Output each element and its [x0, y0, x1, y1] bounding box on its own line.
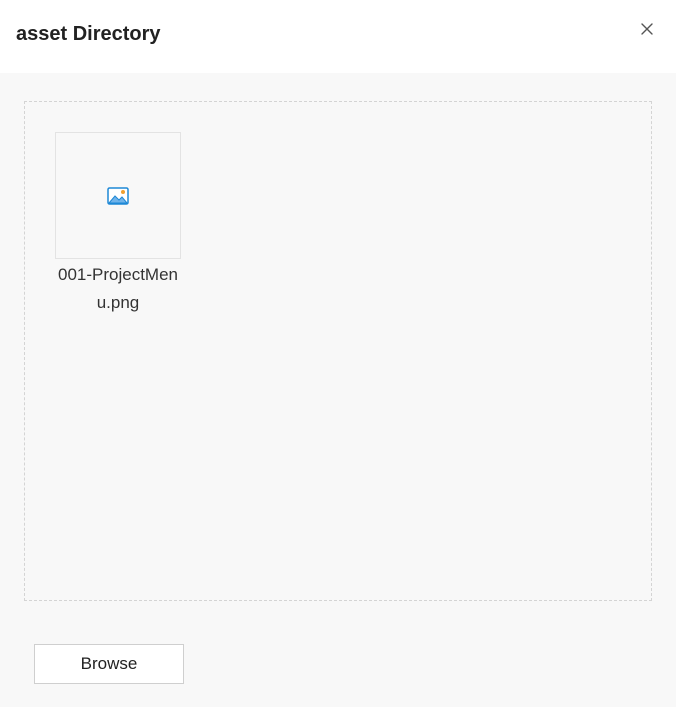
file-item[interactable]: 001-ProjectMenu.png — [55, 132, 181, 317]
close-icon — [641, 23, 653, 35]
close-button[interactable] — [637, 19, 657, 39]
browse-button[interactable]: Browse — [34, 644, 184, 684]
dialog-title: asset Directory — [16, 23, 161, 45]
file-name-label: 001-ProjectMenu.png — [57, 265, 178, 312]
file-drop-zone[interactable]: 001-ProjectMenu.png — [24, 101, 652, 601]
asset-directory-dialog: asset Directory 001-ProjectMenu.png Brow… — [0, 0, 676, 707]
image-file-icon — [107, 186, 129, 205]
dialog-header: asset Directory — [0, 0, 676, 73]
file-thumbnail — [55, 132, 181, 259]
